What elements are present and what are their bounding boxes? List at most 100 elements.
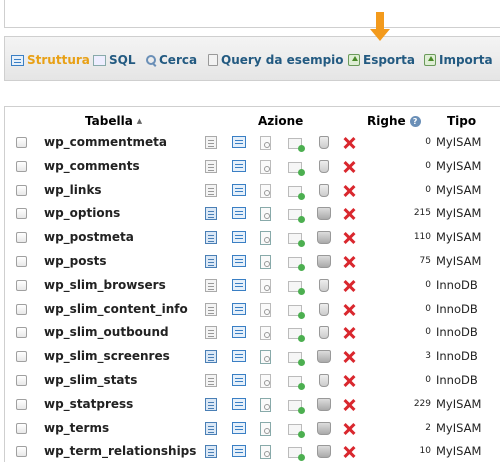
structure-icon[interactable] — [232, 159, 246, 172]
structure-icon[interactable] — [232, 326, 246, 339]
empty-icon[interactable] — [319, 183, 329, 197]
search-icon[interactable] — [260, 326, 271, 341]
drop-icon[interactable] — [342, 350, 356, 364]
table-name-link[interactable]: wp_terms — [44, 421, 109, 435]
table-name-link[interactable]: wp_links — [44, 183, 102, 197]
search-icon[interactable] — [260, 159, 271, 174]
row-checkbox[interactable] — [16, 137, 27, 148]
column-header-rows[interactable]: Righe? — [367, 114, 421, 128]
empty-icon[interactable] — [319, 374, 329, 387]
navigation-input-area[interactable] — [4, 0, 500, 28]
drop-icon[interactable] — [342, 303, 356, 317]
insert-icon[interactable] — [288, 447, 305, 462]
empty-icon[interactable] — [317, 445, 331, 459]
empty-icon[interactable] — [319, 278, 329, 292]
search-icon[interactable] — [260, 207, 271, 222]
row-checkbox[interactable] — [16, 184, 27, 196]
row-checkbox[interactable] — [16, 422, 27, 434]
tab-structure[interactable]: Struttura — [11, 51, 90, 69]
row-checkbox[interactable] — [16, 398, 27, 410]
insert-icon[interactable] — [288, 352, 305, 367]
table-name-link[interactable]: wp_comments — [44, 159, 140, 173]
empty-icon[interactable] — [317, 231, 331, 245]
drop-icon[interactable] — [342, 445, 356, 459]
structure-icon[interactable] — [232, 278, 246, 291]
browse-icon[interactable] — [205, 397, 217, 411]
browse-icon[interactable] — [205, 374, 217, 387]
structure-icon[interactable] — [232, 207, 246, 220]
structure-icon[interactable] — [232, 374, 246, 386]
drop-icon[interactable] — [342, 374, 356, 388]
row-checkbox[interactable] — [16, 232, 27, 244]
drop-icon[interactable] — [342, 279, 356, 293]
browse-icon[interactable] — [205, 326, 217, 340]
empty-icon[interactable] — [319, 326, 329, 340]
row-checkbox[interactable] — [16, 303, 27, 315]
insert-icon[interactable] — [288, 304, 305, 319]
insert-icon[interactable] — [288, 185, 305, 200]
structure-icon[interactable] — [232, 136, 246, 148]
search-icon[interactable] — [260, 278, 271, 293]
empty-icon[interactable] — [317, 207, 331, 221]
table-name-link[interactable]: wp_options — [44, 206, 120, 220]
row-checkbox[interactable] — [16, 375, 27, 386]
tab-import[interactable]: Importa — [424, 51, 493, 69]
drop-icon[interactable] — [342, 231, 356, 245]
row-checkbox[interactable] — [16, 256, 27, 267]
table-name-link[interactable]: wp_term_relationships — [44, 444, 196, 458]
insert-icon[interactable] — [288, 423, 305, 438]
structure-icon[interactable] — [232, 231, 246, 244]
insert-icon[interactable] — [288, 257, 305, 271]
empty-icon[interactable] — [317, 255, 331, 268]
search-icon[interactable] — [260, 421, 271, 436]
help-icon[interactable]: ? — [409, 116, 421, 127]
tab-search[interactable]: Cerca — [145, 51, 197, 69]
browse-icon[interactable] — [205, 445, 217, 459]
empty-icon[interactable] — [319, 136, 329, 149]
browse-icon[interactable] — [205, 278, 217, 292]
structure-icon[interactable] — [232, 183, 246, 196]
table-name-link[interactable]: wp_slim_outbound — [44, 325, 169, 339]
row-checkbox[interactable] — [16, 279, 27, 291]
table-name-link[interactable]: wp_commentmeta — [44, 135, 167, 149]
insert-icon[interactable] — [288, 328, 305, 343]
drop-icon[interactable] — [342, 398, 356, 412]
drop-icon[interactable] — [342, 184, 356, 198]
drop-icon[interactable] — [342, 136, 356, 150]
table-name-link[interactable]: wp_slim_screenres — [44, 349, 170, 363]
row-checkbox[interactable] — [16, 446, 27, 458]
search-icon[interactable] — [260, 374, 271, 388]
insert-icon[interactable] — [288, 138, 305, 152]
drop-icon[interactable] — [342, 255, 356, 269]
empty-icon[interactable] — [317, 397, 331, 411]
insert-icon[interactable] — [288, 209, 305, 224]
browse-icon[interactable] — [205, 136, 217, 149]
row-checkbox[interactable] — [16, 208, 27, 220]
search-icon[interactable] — [260, 350, 271, 365]
search-icon[interactable] — [260, 397, 271, 412]
browse-icon[interactable] — [205, 183, 217, 197]
empty-icon[interactable] — [319, 302, 329, 316]
table-name-link[interactable]: wp_slim_stats — [44, 373, 137, 387]
browse-icon[interactable] — [205, 255, 217, 268]
empty-icon[interactable] — [319, 159, 329, 173]
insert-icon[interactable] — [288, 376, 305, 390]
tab-sql[interactable]: SQL — [93, 51, 136, 69]
browse-icon[interactable] — [205, 302, 217, 316]
search-icon[interactable] — [260, 255, 271, 269]
structure-icon[interactable] — [232, 302, 246, 315]
browse-icon[interactable] — [205, 159, 217, 173]
empty-icon[interactable] — [317, 421, 331, 435]
search-icon[interactable] — [260, 445, 271, 460]
tab-export[interactable]: Esporta — [348, 51, 415, 69]
drop-icon[interactable] — [342, 422, 356, 436]
drop-icon[interactable] — [342, 326, 356, 340]
tab-query[interactable]: Query da esempio — [208, 51, 344, 69]
insert-icon[interactable] — [288, 399, 305, 414]
search-icon[interactable] — [260, 136, 271, 150]
insert-icon[interactable] — [288, 161, 305, 176]
browse-icon[interactable] — [205, 421, 217, 435]
search-icon[interactable] — [260, 302, 271, 317]
browse-icon[interactable] — [205, 231, 217, 245]
column-header-table[interactable]: Tabella ▲ — [85, 114, 142, 128]
